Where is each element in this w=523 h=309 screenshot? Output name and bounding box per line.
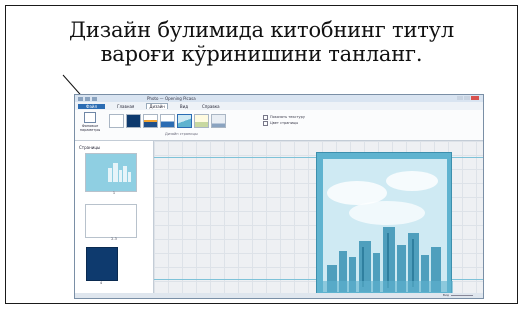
design-canvas[interactable] — [154, 141, 483, 298]
design-thumb-grey[interactable] — [211, 114, 226, 128]
tab-view[interactable]: Вид — [178, 104, 190, 109]
design-thumb-selected[interactable] — [177, 114, 192, 128]
zoom-label: Вид — [442, 293, 449, 297]
page-options: Показать текстуру Цвет страницы — [263, 114, 305, 126]
minimize-button[interactable] — [457, 96, 463, 100]
redo-icon[interactable] — [92, 96, 97, 101]
design-thumb-city[interactable] — [160, 114, 175, 128]
page-number-2: 2-3 — [111, 237, 117, 241]
page-color-label: Цвет страницы — [270, 121, 299, 125]
quick-access-toolbar — [78, 96, 97, 101]
pages-panel-title: Страницы — [79, 145, 101, 150]
page-thumb-4[interactable] — [86, 247, 118, 281]
cover-illustration — [317, 159, 453, 298]
figure-frame: Дизайн булимида китобнинг титул вароғи к… — [5, 5, 518, 304]
title-bar: Photo — Opening Picasa — [75, 95, 483, 102]
design-thumb-blank[interactable] — [109, 114, 124, 128]
design-thumb-stripe[interactable] — [143, 114, 158, 128]
background-options-button[interactable]: Фоновые параметры — [79, 112, 101, 134]
zoom-control[interactable]: Вид — [443, 293, 473, 297]
pages-panel: Страницы 1 2-3 4 — [75, 141, 154, 298]
close-button[interactable] — [471, 96, 479, 100]
design-thumb-dark[interactable] — [126, 114, 141, 128]
zoom-slider[interactable] — [451, 294, 473, 296]
city-skyline-icon — [108, 163, 131, 182]
ribbon: Фоновые параметры Показать текстуру Цвет… — [75, 110, 483, 141]
tab-help[interactable]: Справка — [200, 104, 222, 109]
page-color-option[interactable]: Цвет страницы — [263, 120, 305, 126]
maximize-button[interactable] — [464, 96, 470, 100]
background-options-label: Фоновые параметры — [79, 124, 101, 132]
background-options-icon — [84, 112, 96, 123]
status-bar: Вид — [75, 293, 483, 298]
ribbon-group-label: Дизайн страницы — [165, 132, 198, 136]
design-thumb-light[interactable] — [194, 114, 209, 128]
show-texture-checkbox[interactable] — [263, 114, 268, 120]
save-icon[interactable] — [78, 96, 83, 101]
design-gallery — [109, 114, 226, 128]
page-thumb-1[interactable] — [85, 153, 137, 192]
page-color-checkbox[interactable] — [263, 120, 268, 126]
page-number-1: 1 — [112, 191, 116, 195]
ribbon-tabs: Файл Главная Дизайн Вид Справка — [75, 102, 483, 110]
page-thumb-2-3[interactable] — [85, 204, 137, 238]
window-title: Photo — Opening Picasa — [147, 96, 196, 101]
app-window: Photo — Opening Picasa Файл Главная Диза… — [74, 94, 484, 299]
tab-file[interactable]: Файл — [78, 103, 106, 109]
page-number-3: 4 — [99, 281, 103, 285]
cover-page[interactable] — [316, 152, 453, 298]
tab-design[interactable]: Дизайн — [146, 103, 168, 109]
undo-icon[interactable] — [85, 96, 90, 101]
window-controls — [457, 96, 479, 100]
tab-home[interactable]: Главная — [115, 104, 136, 109]
